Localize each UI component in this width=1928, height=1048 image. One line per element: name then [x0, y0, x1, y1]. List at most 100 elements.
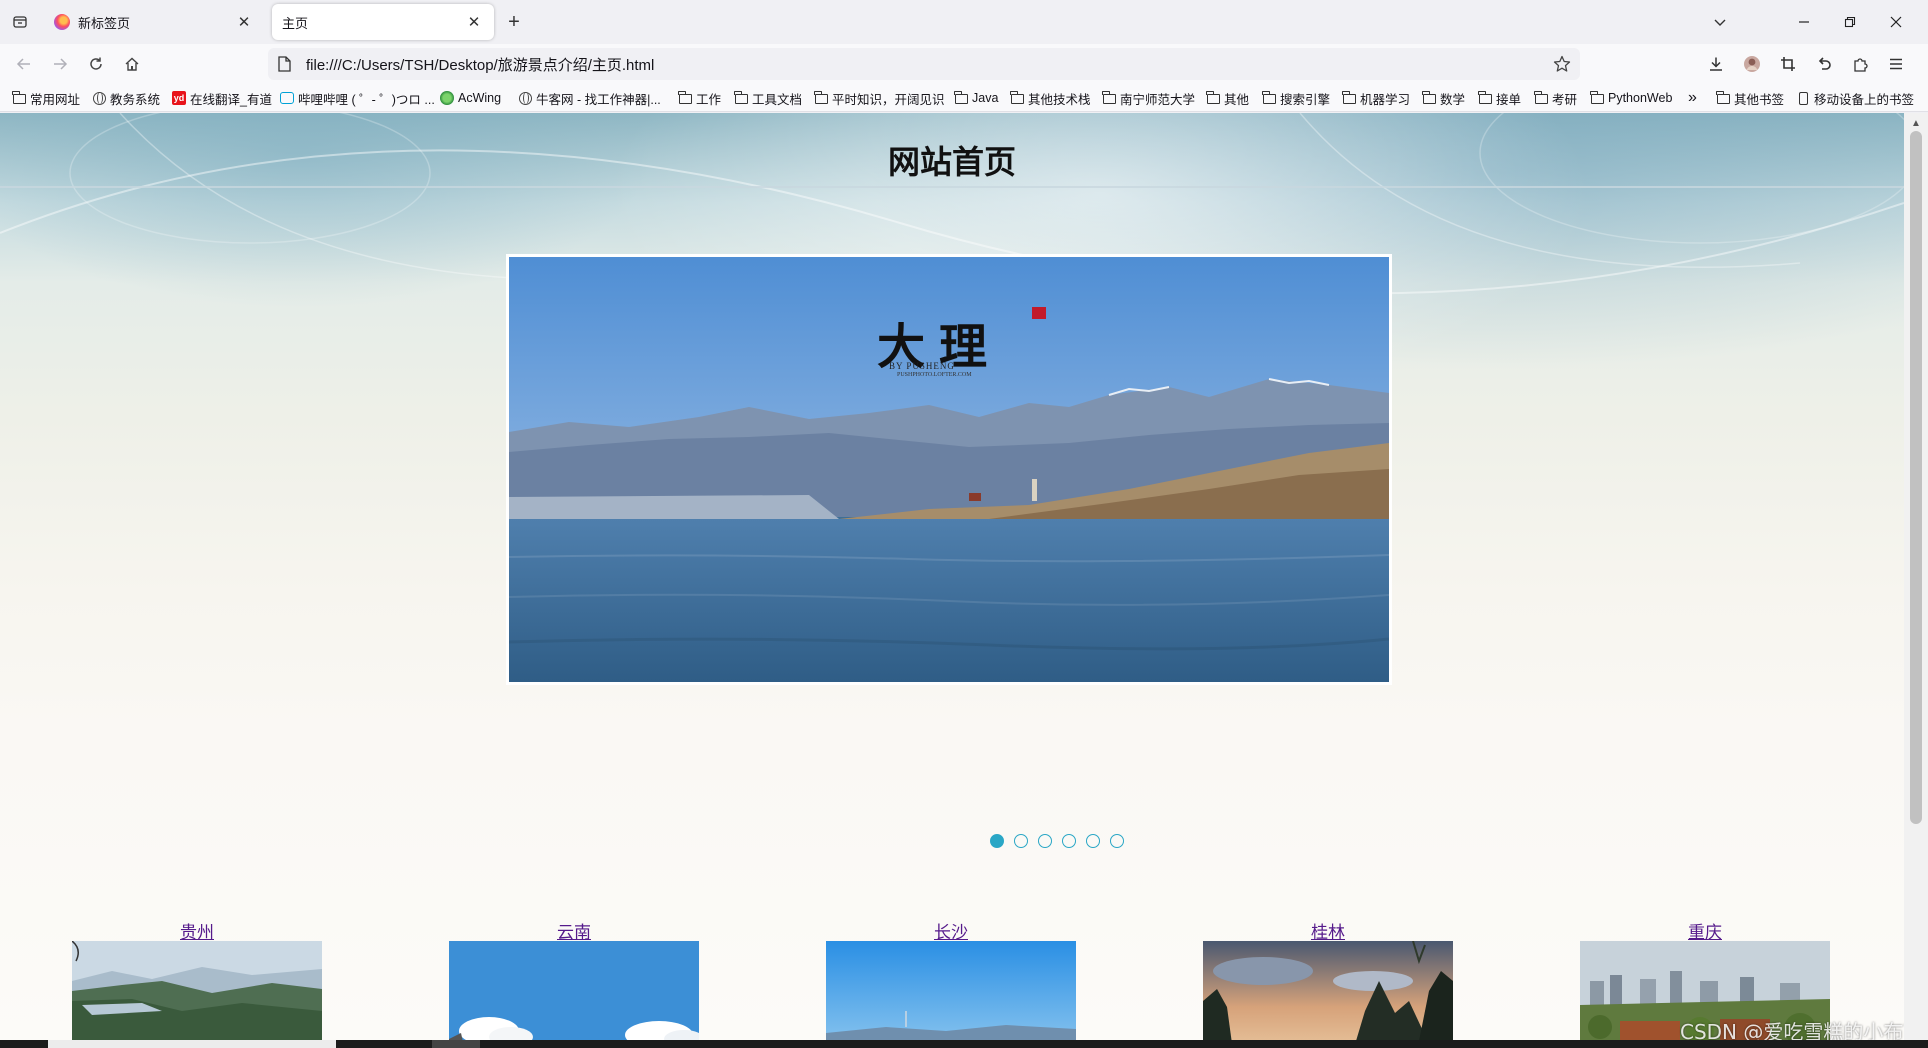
- destination-link-guilin[interactable]: 桂林: [1203, 918, 1453, 943]
- new-tab-button[interactable]: +: [502, 10, 526, 34]
- list-all-tabs-button[interactable]: [1708, 10, 1732, 34]
- taskbar-item: [48, 1040, 336, 1048]
- bookmark-label: 机器学习: [1360, 92, 1411, 107]
- tab-new-tab[interactable]: 新标签页 ✕: [44, 4, 264, 40]
- reload-icon: [90, 57, 102, 70]
- page-viewport: 网站首页 大理 BY PUSHENG PUSHPHOTO.LOFTER.COM …: [0, 113, 1928, 1048]
- destination-link-guizhou[interactable]: 贵州: [72, 918, 322, 943]
- folder-icon: [1262, 91, 1276, 105]
- arrow-right-icon: [54, 58, 68, 70]
- close-tab-icon[interactable]: ✕: [234, 12, 254, 32]
- bookmark-star-icon[interactable]: [1550, 52, 1574, 76]
- bookmark-label: PythonWeb: [1608, 91, 1673, 105]
- bookmark-item[interactable]: 机器学习: [1342, 88, 1410, 108]
- navigation-toolbar: file:///C:/Users/TSH/Desktop/旅游景点介绍/主页.h…: [0, 44, 1928, 84]
- bilibili-icon: [280, 91, 294, 105]
- carousel-dot[interactable]: [1038, 834, 1052, 848]
- extensions-button[interactable]: [1848, 52, 1872, 76]
- carousel-dot[interactable]: [1062, 834, 1076, 848]
- tab-title: 新标签页: [78, 15, 131, 31]
- page-icon: [276, 56, 292, 72]
- destination-link-changsha[interactable]: 长沙: [826, 918, 1076, 943]
- bookmark-item[interactable]: 教务系统: [92, 88, 160, 108]
- reload-button[interactable]: [84, 52, 108, 76]
- folder-icon: [1534, 91, 1548, 105]
- bookmark-item[interactable]: 工具文档: [734, 88, 802, 108]
- account-button[interactable]: [1740, 52, 1764, 76]
- close-tab-icon[interactable]: ✕: [464, 12, 484, 32]
- yunnan-image[interactable]: [449, 941, 699, 1048]
- bookmark-item[interactable]: 其他: [1206, 88, 1249, 108]
- image-carousel[interactable]: 大理 BY PUSHENG PUSHPHOTO.LOFTER.COM: [506, 254, 1392, 685]
- url-text[interactable]: file:///C:/Users/TSH/Desktop/旅游景点介绍/主页.h…: [306, 54, 1550, 75]
- bookmark-item[interactable]: 工作: [678, 88, 721, 108]
- youdao-icon: yd: [172, 91, 186, 105]
- tab-list-button[interactable]: [8, 10, 32, 34]
- scroll-up-arrow-icon[interactable]: ▲: [1908, 115, 1924, 131]
- screenshot-button[interactable]: [1776, 52, 1800, 76]
- bookmarks-overflow-button[interactable]: »: [1688, 88, 1697, 108]
- bookmark-label: AcWing: [458, 91, 502, 105]
- bookmark-label: 哔哩哔哩 ( ゜- ゜)つロ ...: [298, 92, 435, 107]
- home-icon: [125, 57, 139, 71]
- destination-card: 贵州: [72, 918, 322, 1048]
- bookmark-label: 教务系统: [110, 92, 161, 107]
- folder-icon: [1422, 91, 1436, 105]
- minimize-button[interactable]: [1792, 10, 1816, 34]
- page-scrollbar[interactable]: ▲: [1904, 113, 1928, 1048]
- address-bar[interactable]: file:///C:/Users/TSH/Desktop/旅游景点介绍/主页.h…: [268, 48, 1580, 80]
- bookmark-label: 南宁师范大学: [1120, 92, 1196, 107]
- restore-button[interactable]: [1838, 10, 1862, 34]
- close-window-button[interactable]: [1884, 10, 1908, 34]
- guilin-image[interactable]: [1203, 941, 1453, 1048]
- firefox-icon: [54, 14, 70, 30]
- bookmark-item[interactable]: 牛客网 - 找工作神器|...: [518, 88, 661, 108]
- changsha-image[interactable]: [826, 941, 1076, 1048]
- restore-icon: [1844, 16, 1856, 28]
- bookmark-item[interactable]: yd 在线翻译_有道: [172, 88, 272, 108]
- minimize-icon: [1799, 21, 1809, 23]
- bookmark-item[interactable]: 平时知识，开阔见识: [814, 88, 945, 108]
- bookmark-item[interactable]: PythonWeb: [1590, 88, 1672, 108]
- bookmark-item[interactable]: 南宁师范大学: [1102, 88, 1195, 108]
- home-button[interactable]: [120, 52, 144, 76]
- carousel-dot[interactable]: [1014, 834, 1028, 848]
- carousel-dot[interactable]: [1086, 834, 1100, 848]
- bookmark-item[interactable]: 搜索引擎: [1262, 88, 1330, 108]
- destination-card: 长沙: [826, 918, 1076, 1048]
- guizhou-image[interactable]: [72, 941, 322, 1048]
- folder-icon: [678, 91, 692, 105]
- undo-close-button[interactable]: [1812, 52, 1836, 76]
- bookmark-item[interactable]: 接单: [1478, 88, 1521, 108]
- bookmark-item[interactable]: 考研: [1534, 88, 1577, 108]
- menu-button[interactable]: [1884, 52, 1908, 76]
- destination-link-chongqing[interactable]: 重庆: [1580, 918, 1830, 943]
- back-button[interactable]: [12, 52, 36, 76]
- bookmark-label: 在线翻译_有道: [190, 92, 272, 107]
- download-icon: [1710, 57, 1722, 71]
- bookmark-item[interactable]: 其他技术栈: [1010, 88, 1091, 108]
- carousel-dot[interactable]: [990, 834, 1004, 848]
- bookmark-label: 数学: [1440, 92, 1466, 107]
- downloads-button[interactable]: [1704, 52, 1728, 76]
- bookmark-item[interactable]: AcWing: [440, 88, 501, 108]
- globe-icon: [518, 91, 532, 105]
- folder-icon: [814, 91, 828, 105]
- avatar-icon: [1744, 56, 1760, 72]
- bookmark-item[interactable]: 数学: [1422, 88, 1465, 108]
- bookmark-item[interactable]: 哔哩哔哩 ( ゜- ゜)つロ ...: [280, 88, 435, 108]
- scrollbar-thumb[interactable]: [1910, 131, 1922, 824]
- bookmark-item[interactable]: 常用网址: [12, 88, 80, 108]
- crop-icon: [1781, 57, 1795, 71]
- other-bookmarks-folder[interactable]: 其他书签: [1716, 88, 1784, 108]
- bookmark-label: 牛客网 - 找工作神器|...: [536, 92, 661, 107]
- destination-link-yunnan[interactable]: 云南: [449, 918, 699, 943]
- carousel-dot[interactable]: [1110, 834, 1124, 848]
- tab-home-page[interactable]: 主页 ✕: [272, 4, 494, 40]
- mobile-bookmarks-folder[interactable]: 移动设备上的书签: [1796, 88, 1914, 108]
- tab-list-icon: [13, 16, 27, 28]
- forward-button[interactable]: [48, 52, 72, 76]
- close-icon: [1890, 16, 1902, 28]
- folder-icon: [734, 91, 748, 105]
- bookmark-item[interactable]: Java: [954, 88, 998, 108]
